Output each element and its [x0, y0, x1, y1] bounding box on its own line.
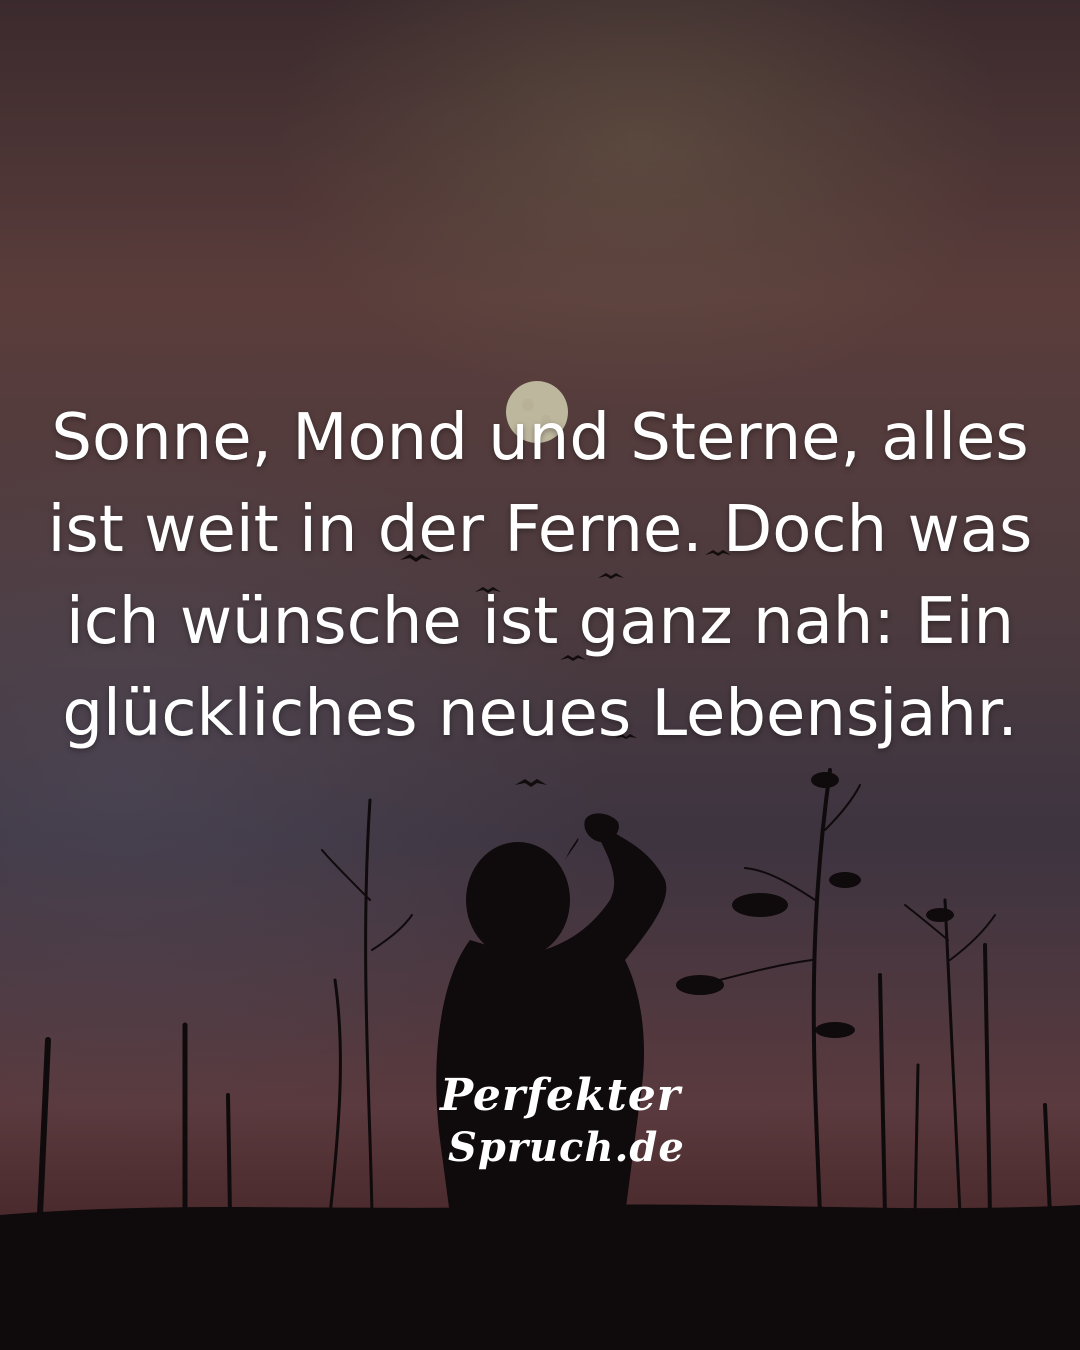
- quote-text: Sonne, Mond und Sterne, alles ist weit i…: [40, 392, 1040, 760]
- quote-line: Sonne, Mond und Sterne, alles: [51, 401, 1029, 475]
- ground: [0, 1204, 1080, 1350]
- brand-line-1: Perfekter: [440, 1070, 681, 1121]
- quote-line: ich wünsche ist ganz nah: Ein: [65, 585, 1015, 659]
- brand-line-2: Spruch.de: [448, 1124, 685, 1171]
- quote-line: ist weit in der Ferne. Doch was: [47, 493, 1033, 567]
- photo-background: Sonne, Mond und Sterne, alles ist weit i…: [0, 0, 1080, 1350]
- brand-logo: Perfekter Spruch.de: [430, 1070, 684, 1190]
- quote-line: glückliches neues Lebensjahr.: [62, 677, 1018, 751]
